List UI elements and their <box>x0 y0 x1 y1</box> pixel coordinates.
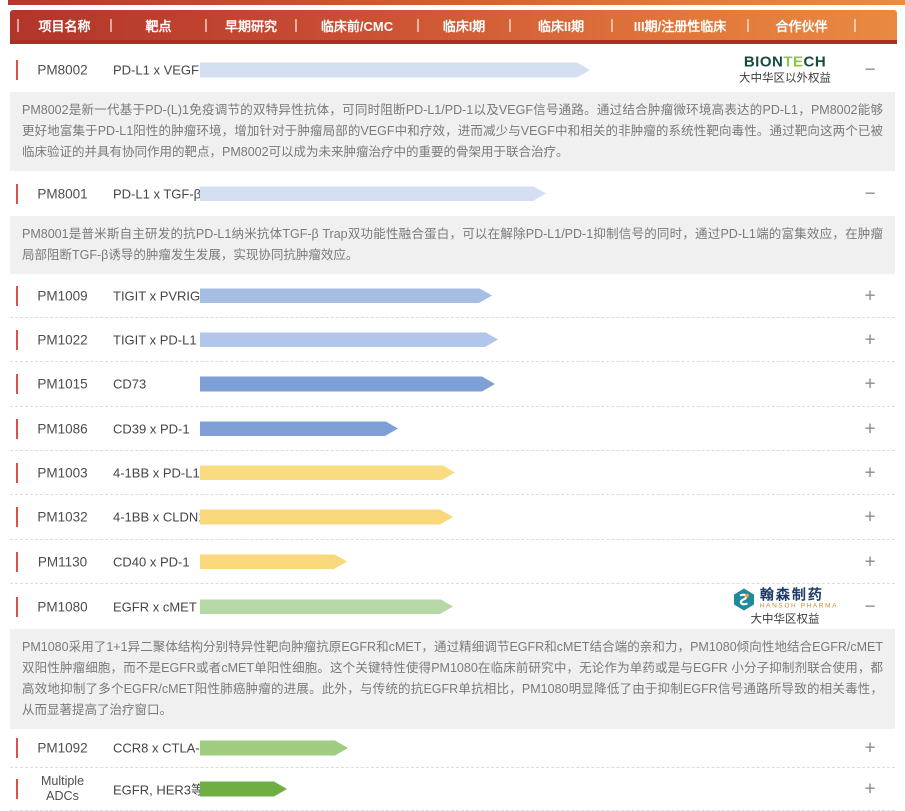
pipeline-row-pm1092: PM1092 CCR8 x CTLA-4 + <box>10 729 895 768</box>
biontech-wordmark-part: TE <box>783 54 803 71</box>
hansoh-name-cn: 翰森制药 <box>760 588 824 603</box>
project-name: PM1032 <box>17 510 108 525</box>
target-label: TIGIT x PVRIG <box>113 288 213 303</box>
pipeline-row-pm8002: PM8002 PD-L1 x VEGF BIONTECH 大中华区以外权益 − <box>10 48 895 92</box>
stage-arrow <box>200 377 495 392</box>
hansoh-name-en: HANSOH PHARMA <box>760 603 838 611</box>
partner-rights-note: 大中华区以外权益 <box>710 73 860 86</box>
stage-arrow <box>200 741 348 756</box>
biontech-wordmark: BIONTECH <box>710 55 860 71</box>
collapse-toggle[interactable]: − <box>859 61 881 80</box>
target-label: EGFR, HER3等 <box>113 780 213 799</box>
expand-toggle[interactable]: + <box>859 330 881 349</box>
project-name: PM1022 <box>17 332 108 347</box>
pipeline-row-pm8001: PM8001 PD-L1 x TGF-β − <box>10 171 895 216</box>
project-name: PM1130 <box>17 554 108 569</box>
biontech-wordmark-part: BION <box>744 54 784 71</box>
project-name: PM1080 <box>17 599 108 614</box>
project-description: PM8001是普米斯自主研发的抗PD-L1纳米抗体TGF-β Trap双功能性融… <box>10 216 895 274</box>
stage-arrow <box>200 782 287 797</box>
pipeline-row-pm1086: PM1086 CD39 x PD-1 + <box>10 407 895 451</box>
target-label: CD39 x PD-1 <box>113 421 213 436</box>
target-label: EGFR x cMET <box>113 599 213 614</box>
collapse-toggle[interactable]: − <box>859 184 881 203</box>
header-col-project: 项目名称 <box>19 16 110 35</box>
pipeline-row-multiple-adcs: Multiple ADCs EGFR, HER3等 + <box>10 768 895 811</box>
expand-toggle[interactable]: + <box>859 286 881 305</box>
stage-arrow <box>200 186 546 201</box>
project-name: PM1003 <box>17 465 108 480</box>
header-col-phase2: 临床II期 <box>511 16 611 35</box>
expand-toggle[interactable]: + <box>859 780 881 799</box>
pipeline-row-pm1009: PM1009 TIGIT x PVRIG + <box>10 274 895 318</box>
target-label: PD-L1 x TGF-β <box>113 186 213 201</box>
header-divider <box>854 19 856 32</box>
pipeline-row-pm1032: PM1032 4-1BB x CLDN18.2 + <box>10 495 895 540</box>
target-label: PD-L1 x VEGF <box>113 63 213 78</box>
header-col-early-research: 早期研究 <box>207 16 295 35</box>
header-col-phase1: 临床I期 <box>419 16 509 35</box>
header-col-partners: 合作伙伴 <box>749 16 854 35</box>
pipeline-header: 项目名称 靶点 早期研究 临床前/CMC 临床I期 临床II期 III期/注册性… <box>10 10 897 44</box>
pipeline-row-pm1080: PM1080 EGFR x cMET 翰森制药 HANSOH PHARMA 大中… <box>10 584 895 629</box>
top-accent-strip <box>8 0 905 5</box>
header-col-target: 靶点 <box>112 16 205 35</box>
target-label: CD40 x PD-1 <box>113 554 213 569</box>
expand-toggle[interactable]: + <box>859 463 881 482</box>
stage-arrow <box>200 554 347 569</box>
partner-logo-biontech: BIONTECH 大中华区以外权益 <box>710 55 860 86</box>
collapse-toggle[interactable]: − <box>859 597 881 616</box>
project-name: Multiple ADCs <box>17 774 108 804</box>
target-label: CCR8 x CTLA-4 <box>113 741 213 756</box>
expand-toggle[interactable]: + <box>859 375 881 394</box>
stage-arrow <box>200 63 590 78</box>
project-name: PM1009 <box>17 288 108 303</box>
expand-toggle[interactable]: + <box>859 419 881 438</box>
pipeline-row-pm1015: PM1015 CD73 + <box>10 362 895 407</box>
stage-arrow <box>200 465 455 480</box>
expand-toggle[interactable]: + <box>859 508 881 527</box>
project-name: PM1015 <box>17 377 108 392</box>
header-col-preclinical-cmc: 临床前/CMC <box>297 16 417 35</box>
pipeline-row-pm1022: PM1022 TIGIT x PD-L1 + <box>10 318 895 362</box>
stage-arrow <box>200 599 453 614</box>
pipeline-table: PM8002 PD-L1 x VEGF BIONTECH 大中华区以外权益 − … <box>0 48 905 811</box>
project-name: PM1086 <box>17 421 108 436</box>
project-description: PM1080采用了1+1异二聚体结构分别特异性靶向肿瘤抗原EGFR和cMET，通… <box>10 629 895 729</box>
stage-arrow <box>200 421 398 436</box>
expand-toggle[interactable]: + <box>859 552 881 571</box>
project-name: PM8001 <box>17 186 108 201</box>
pipeline-row-pm1130: PM1130 CD40 x PD-1 + <box>10 540 895 584</box>
stage-arrow <box>200 288 492 303</box>
target-label: CD73 <box>113 377 213 392</box>
header-col-phase3-registration: III期/注册性临床 <box>613 16 747 35</box>
target-label: TIGIT x PD-L1 <box>113 332 213 347</box>
pipeline-row-pm1003: PM1003 4-1BB x PD-L1 + <box>10 451 895 495</box>
project-description: PM8002是新一代基于PD-(L)1免疫调节的双特异性抗体，可同时阻断PD-L… <box>10 92 895 171</box>
stage-arrow <box>200 510 453 525</box>
biontech-wordmark-part: CH <box>804 54 827 71</box>
target-label: 4-1BB x PD-L1 <box>113 465 213 480</box>
target-label: 4-1BB x CLDN18.2 <box>113 510 213 525</box>
partner-rights-note: 大中华区权益 <box>710 613 860 626</box>
project-name: PM8002 <box>17 63 108 78</box>
hansoh-hexagon-icon <box>732 587 756 611</box>
stage-arrow <box>200 332 498 347</box>
partner-logo-hansoh: 翰森制药 HANSOH PHARMA 大中华区权益 <box>710 587 860 626</box>
expand-toggle[interactable]: + <box>859 739 881 758</box>
project-name: PM1092 <box>17 741 108 756</box>
